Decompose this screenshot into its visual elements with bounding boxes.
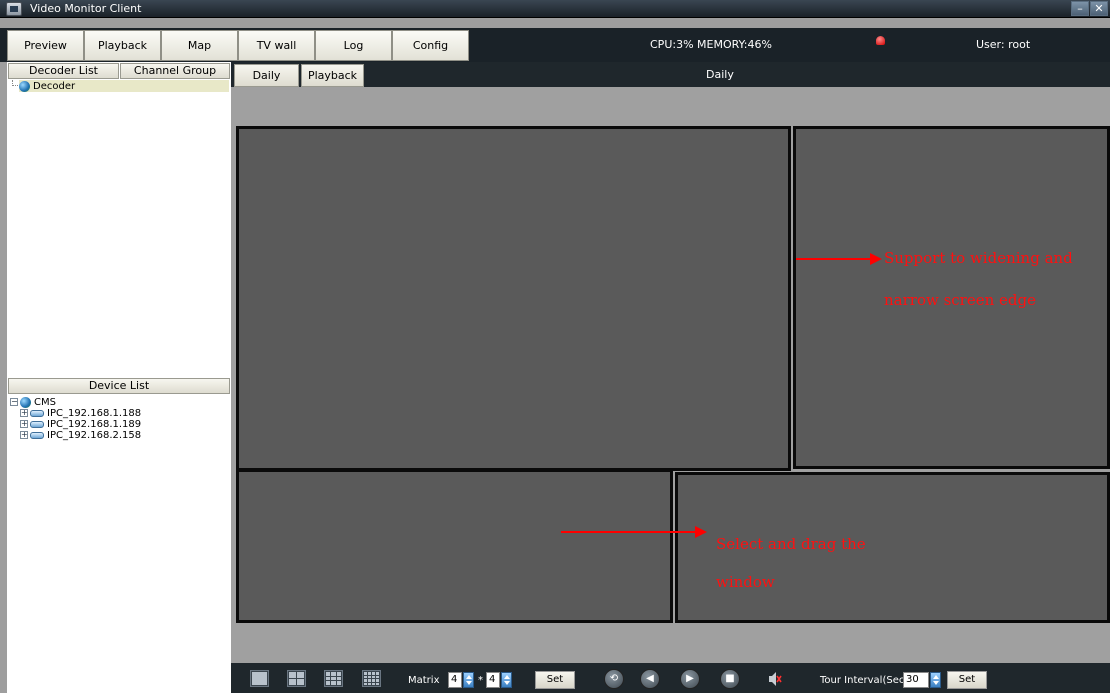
close-button[interactable]: ✕ [1090,1,1108,16]
camera-icon [30,420,44,428]
arrow-right-icon [695,526,707,538]
camera-icon [30,409,44,417]
stop-icon[interactable]: ■ [720,669,740,689]
matrix-separator: * [478,675,483,686]
view-tab-bar: Daily Playback [231,62,1110,87]
current-view-title: Daily [706,68,734,81]
mute-icon[interactable] [768,671,782,687]
menu-preview-button[interactable]: Preview [7,30,84,61]
layout-3x3-icon[interactable] [324,670,343,687]
tab-decoder-list[interactable]: Decoder List [8,63,119,79]
device-label: IPC_192.168.2.158 [47,429,142,441]
alarm-icon[interactable] [876,36,885,45]
previous-icon[interactable]: ◀ [640,669,660,689]
menu-playback-button[interactable]: Playback [84,30,161,61]
camera-icon [30,431,44,439]
video-window[interactable] [236,469,673,623]
menu-map-button[interactable]: Map [161,30,238,61]
video-monitor-client-window: Video Monitor Client – ✕ Preview Playbac… [0,0,1110,693]
user-status: User: root [976,38,1031,51]
annotation-widen-line1: Support to widening and [884,249,1073,267]
annotation-drag-line1: Select and drag the [716,535,866,553]
matrix-cols-spinner-icon[interactable] [501,672,512,688]
matrix-set-button[interactable]: Set [535,671,575,689]
matrix-cols-input[interactable]: 4 [486,672,500,688]
matrix-rows-spinner-icon[interactable] [463,672,474,688]
next-icon[interactable]: ▶ [680,669,700,689]
tree-connector [12,80,18,86]
tree-item-label: CMS [34,396,56,408]
title-bar: Video Monitor Client – ✕ [0,0,1110,18]
window-title: Video Monitor Client [30,2,142,15]
tree-item-label: Decoder [33,80,76,92]
tour-icon[interactable]: ⟲ [604,669,624,689]
app-icon [6,2,22,16]
device-label: IPC_192.168.1.188 [47,407,142,419]
menu-tv-wall-button[interactable]: TV wall [238,30,315,61]
annotation-arrow-line [561,531,697,533]
device-list-header: Device List [8,378,230,394]
tab-playback[interactable]: Playback [301,64,364,87]
cpu-memory-status: CPU:3% MEMORY:46% [650,38,772,51]
expand-icon[interactable]: + [20,420,28,428]
tour-interval-input[interactable]: 30 [903,672,929,688]
main-menu-bar: Preview Playback Map TV wall Log Config [0,28,1110,62]
expand-icon[interactable]: + [20,409,28,417]
layout-4x4-icon[interactable] [362,670,381,687]
tour-set-button[interactable]: Set [947,671,987,689]
globe-icon [20,396,31,408]
left-panel: Decoder List Channel Group Decoder Devic… [7,62,231,693]
collapse-icon[interactable]: − [10,398,18,406]
arrow-right-icon [870,253,882,265]
matrix-label: Matrix [408,675,440,686]
device-item[interactable]: + IPC_192.168.2.158 [20,429,141,441]
menu-log-button[interactable]: Log [315,30,392,61]
video-window[interactable] [236,126,791,471]
tab-channel-group[interactable]: Channel Group [120,63,230,79]
layout-1x1-icon[interactable] [250,670,269,687]
menu-config-button[interactable]: Config [392,30,469,61]
layout-2x2-icon[interactable] [287,670,306,687]
tour-interval-spinner-icon[interactable] [930,672,941,688]
tab-daily[interactable]: Daily [234,64,299,87]
expand-icon[interactable]: + [20,431,28,439]
tour-interval-label: Tour Interval(Sec) [820,675,909,686]
annotation-arrow-line [796,258,872,260]
annotation-widen-line2: narrow screen edge [884,291,1036,309]
matrix-rows-input[interactable]: 4 [448,672,462,688]
globe-icon [19,80,30,92]
annotation-drag-line2: window [716,573,775,591]
device-label: IPC_192.168.1.189 [47,418,142,430]
tree-item-decoder[interactable]: Decoder [19,80,229,92]
minimize-button[interactable]: – [1071,1,1089,16]
